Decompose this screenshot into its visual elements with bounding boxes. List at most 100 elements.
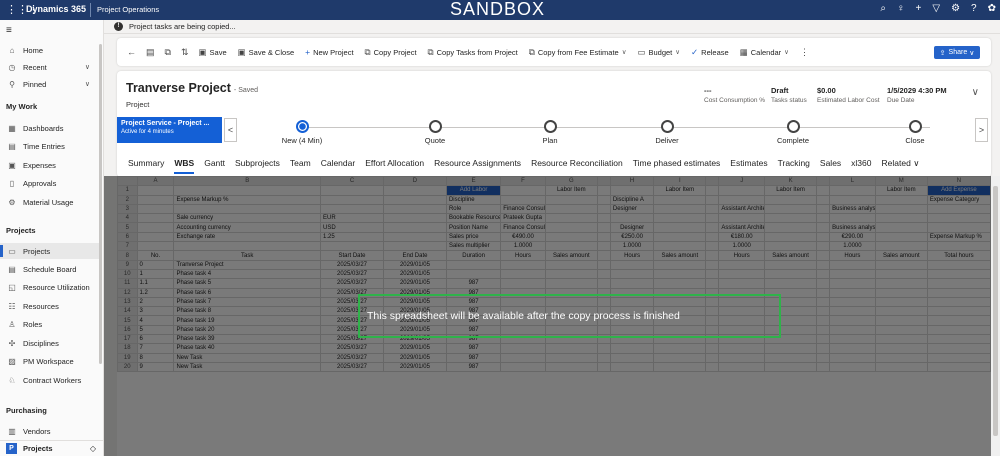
new-project-button[interactable]: + New Project xyxy=(305,47,353,57)
stage-circle-icon xyxy=(660,120,674,133)
app-name[interactable]: Project Operations xyxy=(97,5,159,14)
release-button[interactable]: ✓ Release xyxy=(691,47,729,58)
sidebar-item-recent[interactable]: ◷ Recent ∨ xyxy=(0,59,100,75)
scrollbar-thumb[interactable] xyxy=(993,186,998,436)
sidebar-item-vendors[interactable]: ▥ Vendors xyxy=(0,423,100,439)
share-icon: ⇪ xyxy=(939,49,946,57)
projects-icon: ▭ xyxy=(8,246,16,256)
stage-new[interactable]: New (4 Min) xyxy=(262,120,342,145)
sidebar-item-expenses[interactable]: ▣ Expenses xyxy=(0,157,100,173)
top-bar: ⋮⋮⋮ Dynamics 365 Project Operations SAND… xyxy=(0,0,1000,20)
tab-time-phased-estimates[interactable]: Time phased estimates xyxy=(633,158,721,168)
calendar-button[interactable]: ▦ Calendar ∨ xyxy=(740,47,789,58)
tab-xl360[interactable]: xl360 xyxy=(851,158,871,168)
tab-wbs[interactable]: WBS xyxy=(174,158,194,174)
chevron-down-icon: ∨ xyxy=(675,49,681,56)
save-close-icon: ▣ xyxy=(237,46,246,57)
spreadsheet-scrollbar[interactable] xyxy=(991,176,1000,456)
copy-in-progress-message: This spreadsheet will be available after… xyxy=(358,294,781,338)
tab-resource-reconciliation[interactable]: Resource Reconciliation xyxy=(531,158,623,168)
stage-close[interactable]: Close xyxy=(875,120,955,145)
settings-icon[interactable]: ⚙ xyxy=(951,3,960,14)
tab-estimates[interactable]: Estimates xyxy=(730,158,767,168)
bpf-prev-icon[interactable]: < xyxy=(224,118,237,142)
save-icon: ▣ xyxy=(198,46,207,57)
help-icon[interactable]: ? xyxy=(971,3,977,14)
notification-bar: ! Project tasks are being copied... xyxy=(104,20,1000,34)
worker-icon: ♘ xyxy=(8,375,16,385)
open-new-window-icon[interactable]: ⧉ xyxy=(165,47,171,58)
sidebar-item-disciplines[interactable]: ✣ Disciplines xyxy=(0,335,100,351)
sidebar-item-projects[interactable]: ▭ Projects xyxy=(0,243,100,259)
sidebar-item-pinned[interactable]: ⚲ Pinned ∨ xyxy=(0,76,100,92)
sidebar-item-dashboards[interactable]: ▦ Dashboards xyxy=(0,120,100,136)
chevron-down-icon: ∨ xyxy=(969,49,975,57)
copy-tasks-button[interactable]: ⧉ Copy Tasks from Project xyxy=(428,47,518,58)
tab-gantt[interactable]: Gantt xyxy=(204,158,225,168)
filter-icon[interactable]: ▽ xyxy=(932,3,940,14)
sidebar-item-resource-utilization[interactable]: ◱ Resource Utilization xyxy=(0,279,100,295)
bpf-next-icon[interactable]: > xyxy=(975,118,988,142)
document-icon: ▯ xyxy=(9,178,15,188)
flow-icon[interactable]: ⇅ xyxy=(181,47,189,58)
sidebar-item-home[interactable]: ⌂ Home xyxy=(0,42,100,58)
plus-icon[interactable]: + xyxy=(916,3,922,14)
stage-circle-icon xyxy=(428,120,442,133)
save-button[interactable]: ▣ Save xyxy=(199,47,227,58)
lightbulb-icon[interactable]: ♀ xyxy=(897,3,905,14)
disciplines-icon: ✣ xyxy=(8,338,16,348)
tab-calendar[interactable]: Calendar xyxy=(321,158,356,168)
tab-subprojects[interactable]: Subprojects xyxy=(235,158,280,168)
stage-deliver[interactable]: Deliver xyxy=(627,120,707,145)
sidebar-item-approvals[interactable]: ▯ Approvals xyxy=(0,175,100,191)
sidebar-item-contract-workers[interactable]: ♘ Contract Workers xyxy=(0,372,100,388)
sidebar-item-time-entries[interactable]: ▤ Time Entries xyxy=(0,138,100,154)
calendar-icon: ▦ xyxy=(739,46,748,57)
header-field-tasks-status: Draft Tasks status xyxy=(771,86,807,104)
area-switcher[interactable]: P Projects ◇ xyxy=(0,440,104,456)
record-icon[interactable]: ▤ xyxy=(146,47,155,58)
tab-tracking[interactable]: Tracking xyxy=(778,158,810,168)
budget-icon: ▭ xyxy=(637,46,646,57)
sidebar-item-material-usage[interactable]: ⚙ Material Usage xyxy=(0,194,100,210)
expand-header-icon[interactable]: ∨ xyxy=(972,87,979,98)
hamburger-icon[interactable]: ≡ xyxy=(6,25,12,36)
record-tabs: Summary WBS Gantt Subprojects Team Calen… xyxy=(117,151,991,175)
budget-button[interactable]: ▭ Budget ∨ xyxy=(637,47,680,58)
tab-effort-allocation[interactable]: Effort Allocation xyxy=(365,158,424,168)
sidebar-item-resources[interactable]: ☷ Resources xyxy=(0,298,100,314)
gear-icon: ⚙ xyxy=(8,197,16,207)
tab-sales[interactable]: Sales xyxy=(820,158,841,168)
sidebar-scrollbar[interactable] xyxy=(99,44,102,364)
tab-resource-assignments[interactable]: Resource Assignments xyxy=(434,158,521,168)
stage-quote[interactable]: Quote xyxy=(395,120,475,145)
tab-summary[interactable]: Summary xyxy=(128,158,164,168)
stage-complete[interactable]: Complete xyxy=(753,120,833,145)
back-icon[interactable]: ← xyxy=(127,47,136,57)
chevron-down-icon[interactable]: ∨ xyxy=(85,80,90,88)
copilot-icon[interactable]: ✿ xyxy=(988,3,996,14)
tab-team[interactable]: Team xyxy=(290,158,311,168)
section-title-my-work: My Work xyxy=(6,102,38,111)
active-process-stage[interactable]: Project Service - Project ... Active for… xyxy=(117,117,222,143)
top-bar-icons: ⌕ ♀ + ▽ ⚙ ? ✿ xyxy=(880,3,996,14)
copy-fee-estimate-button[interactable]: ⧉ Copy from Fee Estimate ∨ xyxy=(529,47,627,58)
stage-circle-icon xyxy=(908,120,922,133)
sidebar-item-pm-workspace[interactable]: ▨ PM Workspace xyxy=(0,353,100,369)
chevron-down-icon[interactable]: ∨ xyxy=(85,63,90,71)
copy-project-button[interactable]: ⧉ Copy Project xyxy=(365,47,417,58)
dashboard-icon: ▦ xyxy=(8,123,16,133)
check-icon: ✓ xyxy=(691,46,699,57)
more-commands-icon[interactable]: ⋮ xyxy=(800,47,809,58)
stage-circle-icon xyxy=(295,120,309,133)
brand-name[interactable]: Dynamics 365 xyxy=(26,4,86,14)
sidebar-item-roles[interactable]: ♙ Roles xyxy=(0,316,100,332)
plus-icon: + xyxy=(305,47,311,57)
share-button[interactable]: ⇪ Share ∨ xyxy=(934,46,980,59)
tab-related[interactable]: Related ∨ xyxy=(882,158,920,169)
stage-circle-icon xyxy=(543,120,557,133)
sidebar-item-schedule-board[interactable]: ▤ Schedule Board xyxy=(0,261,100,277)
stage-plan[interactable]: Plan xyxy=(510,120,590,145)
search-icon[interactable]: ⌕ xyxy=(880,3,886,14)
save-close-button[interactable]: ▣ Save & Close xyxy=(238,47,294,58)
